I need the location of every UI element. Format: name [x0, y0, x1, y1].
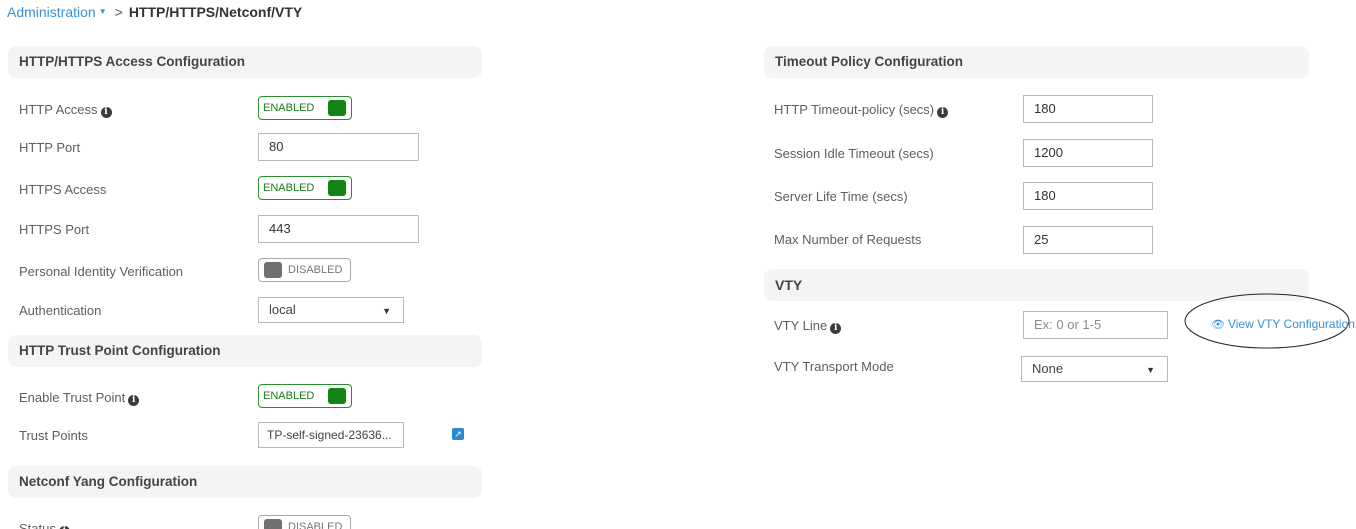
- toggle-state-label: ENABLED: [263, 182, 315, 194]
- toggle-knob: [328, 180, 346, 196]
- https-port-input[interactable]: 443: [258, 215, 419, 243]
- view-vty-configuration-link[interactable]: 👁 View VTY Configuration: [1211, 317, 1355, 331]
- netconf-status-label-text: Status: [19, 521, 56, 529]
- breadcrumb: Administration ▼ > HTTP/HTTPS/Netconf/VTY: [7, 4, 302, 22]
- chevron-right-icon: >: [114, 4, 123, 20]
- external-edit-icon[interactable]: ↗: [452, 428, 464, 440]
- toggle-state-label: DISABLED: [288, 264, 343, 276]
- http-port-input[interactable]: 80: [258, 133, 419, 161]
- netconf-status-toggle[interactable]: DISABLED: [258, 515, 351, 529]
- https-port-label: HTTPS Port: [19, 222, 90, 237]
- authentication-label: Authentication: [19, 303, 102, 318]
- toggle-knob: [328, 100, 346, 116]
- info-icon[interactable]: i: [100, 107, 112, 118]
- eye-icon: 👁: [1211, 319, 1225, 331]
- server-life-time-label: Server Life Time (secs): [774, 189, 908, 204]
- vty-line-label-text: VTY Line: [774, 318, 828, 333]
- authentication-value: local: [269, 302, 296, 317]
- breadcrumb-current: HTTP/HTTPS/Netconf/VTY: [128, 4, 303, 20]
- server-life-time-input[interactable]: 180: [1023, 182, 1153, 210]
- http-timeout-label: HTTP Timeout-policy (secs) i: [774, 102, 949, 118]
- http-port-label: HTTP Port: [19, 140, 81, 155]
- trust-point-section-header: HTTP Trust Point Configuration: [8, 335, 482, 367]
- session-idle-timeout-input[interactable]: 1200: [1023, 139, 1153, 167]
- http-access-label: HTTP Access i: [19, 102, 112, 118]
- authentication-select[interactable]: local ▼: [258, 297, 404, 323]
- netconf-status-label: Statusi: [19, 521, 70, 529]
- http-access-label-text: HTTP Access: [19, 102, 98, 117]
- view-vty-configuration-text: View VTY Configuration: [1227, 317, 1355, 331]
- https-access-toggle[interactable]: ENABLED: [258, 176, 352, 200]
- max-requests-input[interactable]: 25: [1023, 226, 1153, 254]
- trust-points-select[interactable]: TP-self-signed-23636...: [258, 422, 404, 448]
- toggle-state-label: DISABLED: [288, 521, 343, 529]
- piv-toggle[interactable]: DISABLED: [258, 258, 351, 282]
- vty-transport-mode-select[interactable]: None ▼: [1021, 356, 1168, 382]
- toggle-state-label: ENABLED: [263, 102, 315, 114]
- enable-trust-point-label-text: Enable Trust Point: [19, 390, 126, 405]
- breadcrumb-administration-link[interactable]: Administration: [7, 4, 96, 20]
- toggle-knob: [264, 519, 282, 529]
- info-icon[interactable]: i: [830, 323, 842, 334]
- toggle-knob: [328, 388, 346, 404]
- vty-line-input[interactable]: Ex: 0 or 1-5: [1023, 311, 1168, 339]
- toggle-knob: [264, 262, 282, 278]
- session-idle-timeout-label: Session Idle Timeout (secs): [774, 146, 934, 161]
- http-timeout-label-text: HTTP Timeout-policy (secs): [774, 102, 935, 117]
- http-timeout-input[interactable]: 180: [1023, 95, 1153, 123]
- vty-transport-mode-label: VTY Transport Mode: [774, 359, 894, 374]
- http-access-toggle[interactable]: ENABLED: [258, 96, 352, 120]
- max-requests-label: Max Number of Requests: [774, 232, 922, 247]
- info-icon[interactable]: i: [937, 107, 949, 118]
- https-access-label: HTTPS Access: [19, 182, 107, 197]
- vty-line-label: VTY Line i: [774, 318, 842, 334]
- enable-trust-point-toggle[interactable]: ENABLED: [258, 384, 352, 408]
- timeout-section-header: Timeout Policy Configuration: [764, 46, 1309, 78]
- caret-down-icon[interactable]: ▼: [99, 7, 107, 16]
- http-access-section-header: HTTP/HTTPS Access Configuration: [8, 46, 482, 78]
- trust-points-value: TP-self-signed-23636...: [267, 428, 392, 442]
- trust-points-label: Trust Points: [19, 428, 88, 443]
- netconf-section-header: Netconf Yang Configuration: [8, 466, 482, 498]
- info-icon[interactable]: i: [128, 395, 140, 406]
- enable-trust-point-label: Enable Trust Point i: [19, 390, 140, 406]
- caret-down-icon: ▼: [382, 306, 391, 316]
- piv-label: Personal Identity Verification: [19, 264, 184, 279]
- caret-down-icon: ▼: [1146, 365, 1155, 375]
- vty-transport-mode-value: None: [1032, 361, 1064, 376]
- toggle-state-label: ENABLED: [263, 390, 315, 402]
